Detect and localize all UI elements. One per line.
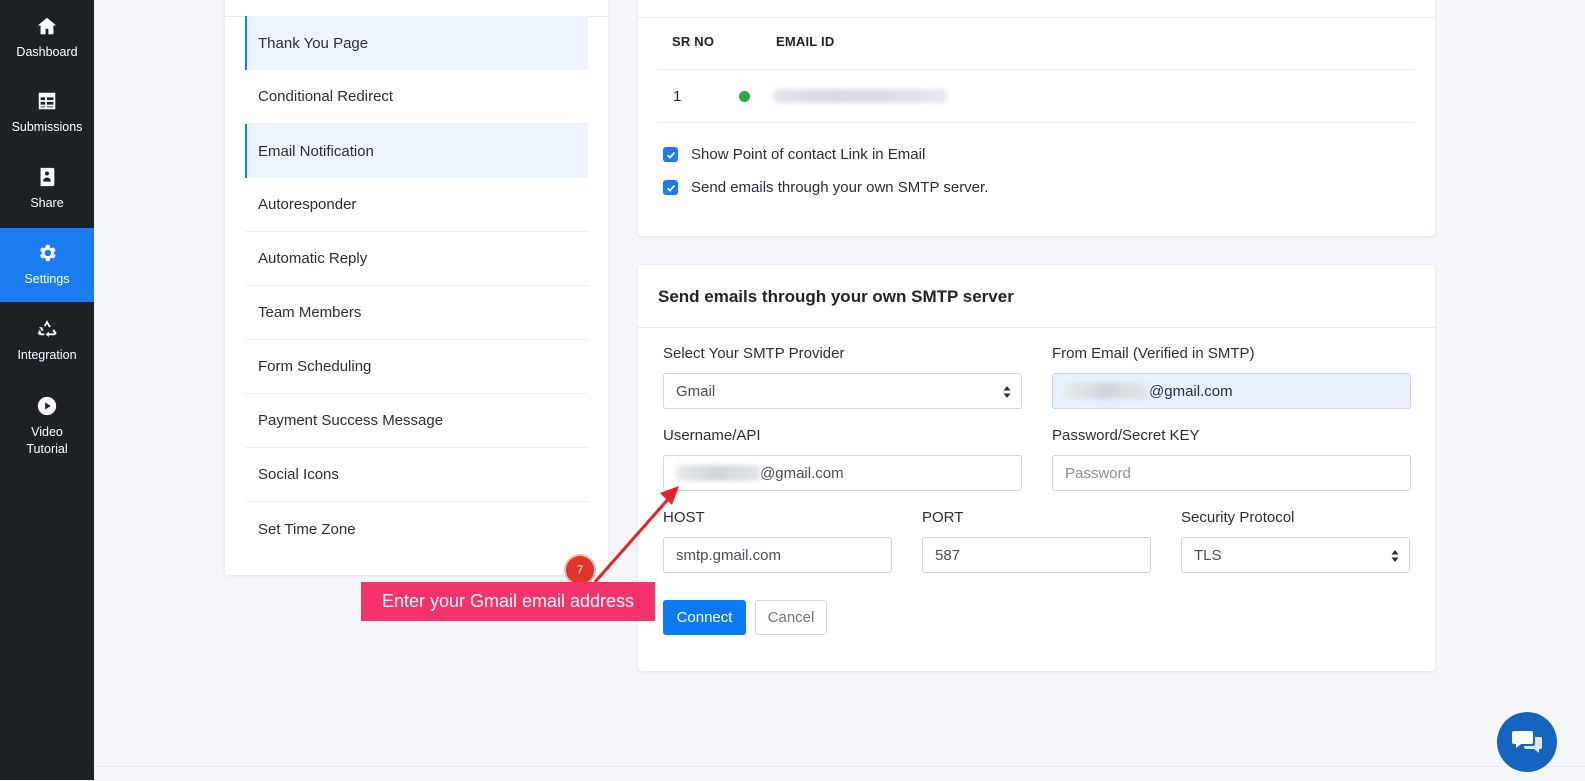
page-footer-strip: [94, 766, 1585, 781]
column-header-email-id: EMAIL ID: [776, 34, 835, 49]
username-suffix: @gmail.com: [760, 464, 844, 482]
host-value: smtp.gmail.com: [676, 546, 782, 564]
status-dot: [739, 91, 750, 102]
menu-item-thank-you-page[interactable]: Thank You Page: [245, 16, 588, 70]
nav-item-settings[interactable]: Settings: [0, 228, 94, 302]
redacted-text: [676, 465, 760, 481]
from-email-input[interactable]: @gmail.com: [1052, 373, 1411, 409]
from-email-label: From Email (Verified in SMTP): [1052, 345, 1255, 362]
cancel-button[interactable]: Cancel: [755, 600, 827, 635]
sr-no-cell: 1: [673, 88, 682, 105]
divider: [638, 17, 1435, 18]
table-icon: [38, 92, 56, 110]
nav-item-label: Dashboard: [16, 45, 78, 59]
port-input[interactable]: 587: [922, 537, 1151, 573]
settings-menu: Thank You Page Conditional Redirect Emai…: [225, 0, 608, 575]
provider-label: Select Your SMTP Provider: [663, 345, 845, 362]
menu-item-automatic-reply[interactable]: Automatic Reply: [245, 232, 588, 286]
chat-button[interactable]: [1497, 712, 1557, 772]
nav-item-dashboard[interactable]: Dashboard: [0, 1, 94, 75]
divider: [638, 327, 1435, 328]
smtp-settings-card: Send emails through your own SMTP server…: [638, 265, 1435, 671]
password-input[interactable]: Password: [1052, 455, 1411, 491]
play-icon: [37, 396, 57, 415]
menu-item-conditional-redirect[interactable]: Conditional Redirect: [245, 70, 588, 124]
password-placeholder: Password: [1065, 464, 1131, 482]
nav-item-label: Submissions: [11, 120, 83, 134]
notification-emails-card: SR NO EMAIL ID 1 Show Point of contact L…: [638, 0, 1435, 236]
redacted-text: [1065, 383, 1149, 399]
menu-item-email-notification[interactable]: Email Notification: [245, 124, 588, 178]
check-icon: [666, 184, 675, 192]
security-protocol-value: TLS: [1194, 546, 1222, 564]
nav-item-integration[interactable]: Integration: [0, 304, 94, 378]
divider: [658, 122, 1415, 123]
menu-item-form-scheduling[interactable]: Form Scheduling: [245, 340, 588, 394]
smtp-card-title: Send emails through your own SMTP server: [658, 287, 1014, 306]
nav-item-label: Settings: [24, 272, 70, 286]
home-icon: [37, 17, 57, 35]
menu-item-team-members[interactable]: Team Members: [245, 286, 588, 340]
select-arrows-icon: [1003, 386, 1011, 398]
menu-item-payment-success-message[interactable]: Payment Success Message: [245, 394, 588, 448]
column-header-sr-no: SR NO: [672, 34, 715, 49]
password-label: Password/Secret KEY: [1052, 427, 1200, 444]
recycle-icon: [37, 320, 57, 338]
port-value: 587: [935, 546, 961, 564]
gear-icon: [39, 244, 56, 262]
connect-button[interactable]: Connect: [663, 600, 746, 635]
from-email-suffix: @gmail.com: [1149, 382, 1233, 400]
smtp-provider-value: Gmail: [676, 382, 716, 400]
nav-item-share[interactable]: Share: [0, 152, 94, 226]
own-smtp-label: Send emails through your own SMTP server…: [691, 179, 989, 196]
nav-item-submissions[interactable]: Submissions: [0, 76, 94, 150]
security-protocol-select[interactable]: TLS: [1181, 537, 1410, 573]
sidebar-nav: Dashboard Submissions Share Settings Int…: [0, 0, 94, 780]
protocol-label: Security Protocol: [1181, 509, 1295, 526]
show-poc-label: Show Point of contact Link in Email: [691, 146, 926, 163]
share-icon: [40, 167, 55, 187]
menu-item-social-icons[interactable]: Social Icons: [245, 448, 588, 502]
nav-item-label: Integration: [17, 348, 77, 362]
show-poc-option[interactable]: Show Point of contact Link in Email: [663, 146, 925, 163]
username-input[interactable]: @gmail.com: [663, 455, 1022, 491]
smtp-provider-select[interactable]: Gmail: [663, 373, 1022, 409]
check-icon: [666, 151, 675, 159]
select-arrows-icon: [1391, 550, 1399, 562]
step-badge: 7: [566, 556, 594, 584]
nav-item-label: Video Tutorial: [26, 424, 68, 456]
own-smtp-option[interactable]: Send emails through your own SMTP server…: [663, 179, 988, 196]
nav-item-video-tutorial[interactable]: Video Tutorial: [0, 383, 94, 469]
port-label: PORT: [922, 509, 964, 526]
own-smtp-checkbox[interactable]: [663, 180, 678, 195]
chat-bubbles-icon: [1512, 731, 1542, 753]
annotation-callout: Enter your Gmail email address: [361, 582, 655, 621]
redacted-email: [772, 89, 948, 103]
host-input[interactable]: smtp.gmail.com: [663, 537, 892, 573]
show-poc-checkbox[interactable]: [663, 147, 678, 162]
username-label: Username/API: [663, 427, 761, 444]
menu-item-set-time-zone[interactable]: Set Time Zone: [245, 502, 588, 556]
menu-item-autoresponder[interactable]: Autoresponder: [245, 178, 588, 232]
host-label: HOST: [663, 509, 705, 526]
nav-item-label: Share: [30, 196, 64, 210]
divider: [658, 69, 1415, 70]
